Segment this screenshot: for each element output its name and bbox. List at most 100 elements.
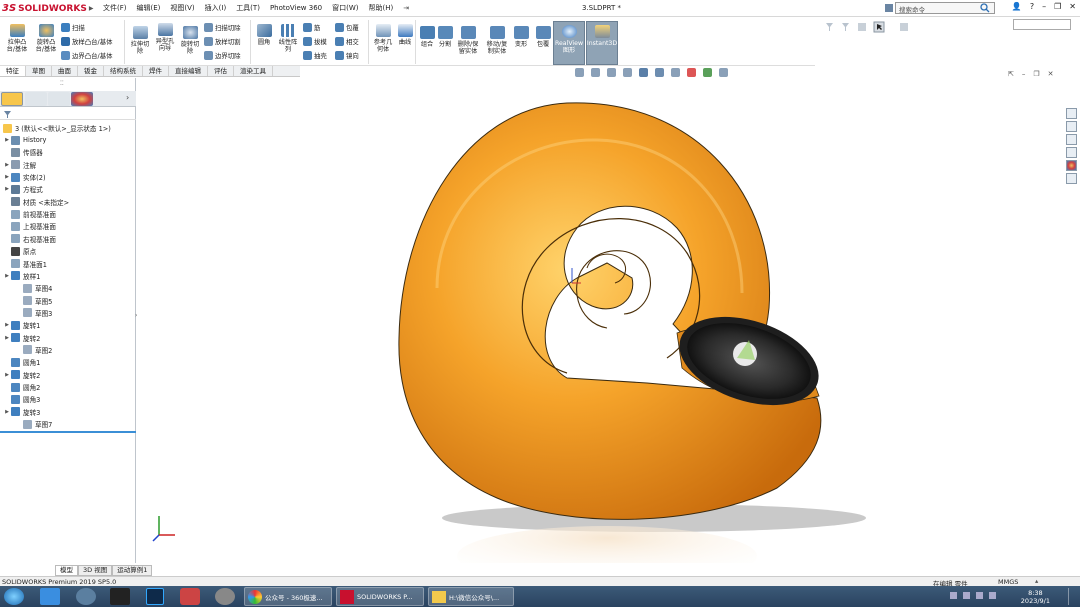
taskbar-clock[interactable]: 8:38 2023/9/1 <box>1021 589 1050 605</box>
tree-item[interactable]: 草图4 <box>15 282 52 294</box>
expand-arrow-icon[interactable]: ▶ <box>3 174 11 180</box>
tab-model[interactable]: 模型 <box>55 565 78 576</box>
pin-icon[interactable]: ⇥ <box>398 3 414 14</box>
delete-keep-body-button[interactable]: 删除/保 留实体 <box>453 26 483 55</box>
tree-item[interactable]: 草图3 <box>15 307 52 319</box>
tree-item[interactable]: ▶ 注解 <box>3 159 36 171</box>
swept-cut-button[interactable]: 扫描切除 <box>204 22 241 33</box>
taskbar-window-explorer[interactable]: H:\微信公众号\... <box>428 587 514 606</box>
instant3d-button[interactable]: Instant3D <box>586 21 618 65</box>
user-icon[interactable]: 👤 <box>1012 2 1022 11</box>
expand-arrow-icon[interactable]: ▶ <box>3 335 11 341</box>
view-triad[interactable] <box>152 516 175 542</box>
menu-photoview[interactable]: PhotoView 360 <box>265 3 327 14</box>
draft-button[interactable]: 拔模 <box>303 36 327 47</box>
solidworks-resources-tab-icon[interactable] <box>1066 108 1077 119</box>
property-manager-tab-icon[interactable] <box>25 92 47 106</box>
tab-weldments[interactable]: 焊件 <box>143 66 169 76</box>
view-palette-tab-icon[interactable] <box>1066 147 1077 158</box>
taskbar-window-solidworks[interactable]: SOLIDWORKS P... <box>336 587 424 606</box>
menu-view[interactable]: 视图(V) <box>165 3 199 14</box>
tree-item[interactable]: 右视基准面 <box>3 233 56 245</box>
viewport-expand-icon[interactable]: ⇱ <box>1008 70 1014 78</box>
solidworks-logo[interactable]: 3S SOLIDWORKS ▶ <box>2 2 93 15</box>
menu-arrow-icon[interactable]: ▶ <box>89 5 94 12</box>
revolve-boss-button[interactable]: 旋转凸 台/基体 <box>31 24 61 53</box>
viewport-restore-icon[interactable]: ❐ <box>1033 70 1039 78</box>
taskbar-app-icon[interactable] <box>180 588 200 605</box>
menu-file[interactable]: 文件(F) <box>98 3 132 14</box>
feature-manager-tab-icon[interactable] <box>1 92 23 106</box>
tree-item[interactable]: 前视基准面 <box>3 208 56 220</box>
filter-icon[interactable] <box>3 110 12 119</box>
tree-item[interactable]: 圆角1 <box>3 356 40 368</box>
menu-tools[interactable]: 工具(T) <box>231 3 265 14</box>
tree-filter[interactable] <box>0 108 136 120</box>
expand-arrow-icon[interactable]: ▶ <box>3 409 11 415</box>
display-style-icon[interactable] <box>655 68 664 77</box>
loft-boss-button[interactable]: 放样凸台/基体 <box>61 36 113 47</box>
tree-item[interactable]: ▶ 实体(2) <box>3 171 46 183</box>
realview-button[interactable]: RealView 图形 <box>553 21 585 65</box>
tree-item[interactable]: ▶ 方程式 <box>3 183 43 195</box>
file-explorer-tab-icon[interactable] <box>1066 134 1077 145</box>
show-desktop-button[interactable] <box>1068 588 1076 605</box>
tab-features[interactable]: 特征 <box>0 66 26 76</box>
tree-item[interactable]: ▶ History <box>3 134 46 146</box>
hide-show-icon[interactable] <box>671 68 680 77</box>
tree-item[interactable]: 草图7 <box>15 418 52 430</box>
menu-insert[interactable]: 插入(I) <box>200 3 232 14</box>
boundary-cut-button[interactable]: 边界切除 <box>204 50 241 61</box>
rollback-bar[interactable] <box>0 431 136 433</box>
lofted-cut-button[interactable]: 放样切割 <box>204 36 241 47</box>
tab-render-tools[interactable]: 渲染工具 <box>234 66 273 76</box>
volume-icon[interactable] <box>989 592 996 599</box>
expand-arrow-icon[interactable]: ▶ <box>3 372 11 378</box>
linear-pattern-button[interactable]: 线性阵 列 <box>273 24 303 53</box>
section-view-icon[interactable] <box>623 68 632 77</box>
view-orientation-icon[interactable] <box>639 68 648 77</box>
tree-item[interactable]: 传感器 <box>3 146 43 158</box>
tray-icon[interactable] <box>963 592 970 599</box>
tree-item[interactable]: 原点 <box>3 245 36 257</box>
rib-button[interactable]: 筋 <box>303 22 320 33</box>
units-selector[interactable]: MMGS <box>998 578 1018 586</box>
tab-sketch[interactable]: 草图 <box>26 66 52 76</box>
menu-window[interactable]: 窗口(W) <box>327 3 363 14</box>
design-library-tab-icon[interactable] <box>1066 121 1077 132</box>
panel-next-arrow-icon[interactable]: › <box>126 93 129 102</box>
view-settings-icon[interactable] <box>719 68 728 77</box>
configuration-manager-tab-icon[interactable] <box>48 92 70 106</box>
display-manager-tab-icon[interactable] <box>71 92 93 106</box>
viewport-close-icon[interactable]: ✕ <box>1048 70 1054 78</box>
model-view[interactable] <box>137 78 1064 586</box>
expand-arrow-icon[interactable]: ▶ <box>3 162 11 168</box>
tree-item[interactable]: ▶ 旋转1 <box>3 319 40 331</box>
tree-item[interactable]: 材质 <未指定> <box>3 196 69 208</box>
expand-arrow-icon[interactable]: ▶ <box>3 273 11 279</box>
zoom-area-icon[interactable] <box>591 68 600 77</box>
taskbar-app-icon[interactable] <box>76 588 96 605</box>
minimize-button[interactable]: – <box>1042 2 1046 11</box>
configuration-dropdown[interactable] <box>1013 19 1071 30</box>
expand-arrow-icon[interactable]: ▶ <box>3 186 11 192</box>
taskbar-app-icon[interactable] <box>110 588 130 605</box>
photoshop-icon[interactable] <box>146 588 164 605</box>
network-icon[interactable] <box>976 592 983 599</box>
taskbar-app-icon[interactable] <box>215 588 235 605</box>
taskbar-window-browser[interactable]: 公众号 - 360极速... <box>244 587 332 606</box>
tree-item[interactable]: 基准面1 <box>3 258 47 270</box>
tab-structure-system[interactable]: 结构系统 <box>104 66 143 76</box>
wrap-button[interactable]: 包覆 <box>335 22 359 33</box>
menu-edit[interactable]: 编辑(E) <box>132 3 166 14</box>
home-icon[interactable] <box>884 3 894 13</box>
edit-appearance-icon[interactable] <box>687 68 696 77</box>
tab-direct-editing[interactable]: 直接编辑 <box>169 66 208 76</box>
tab-evaluate[interactable]: 评估 <box>208 66 234 76</box>
zoom-to-fit-icon[interactable] <box>575 68 584 77</box>
shell-button[interactable]: 抽壳 <box>303 50 327 61</box>
revolve-cut-button[interactable]: 旋转切 除 <box>175 26 205 55</box>
taskbar-app-icon[interactable] <box>40 588 60 605</box>
tree-item[interactable]: 圆角3 <box>3 393 40 405</box>
sweep-button[interactable]: 扫描 <box>61 22 85 33</box>
